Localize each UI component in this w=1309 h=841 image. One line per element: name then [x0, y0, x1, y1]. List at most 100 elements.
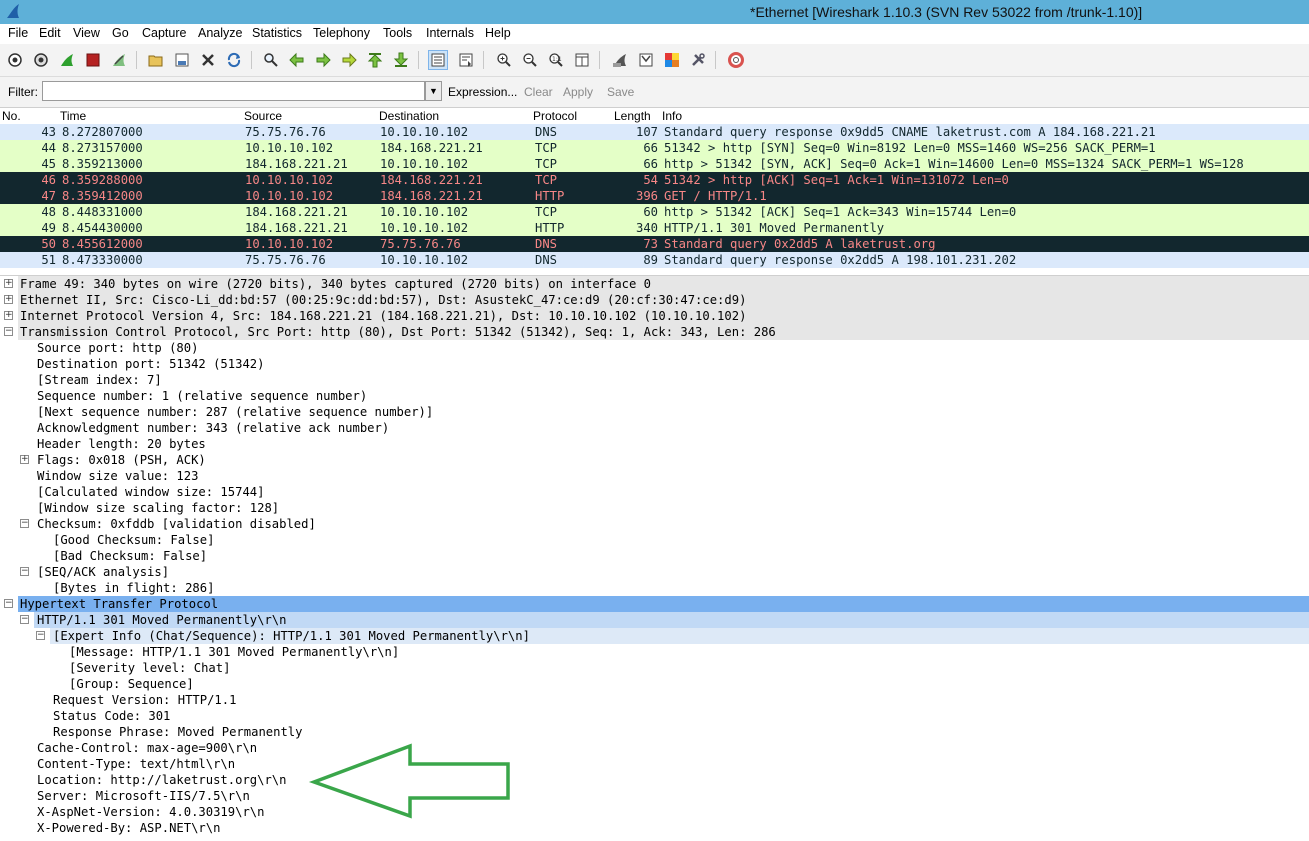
- menu-internals[interactable]: Internals: [426, 26, 474, 40]
- save-file-icon[interactable]: [172, 50, 192, 70]
- filter-dropdown-button[interactable]: ▼: [425, 81, 442, 101]
- menu-tools[interactable]: Tools: [383, 26, 412, 40]
- column-header-no[interactable]: No.: [2, 109, 21, 123]
- detail-tree-item[interactable]: − Hypertext Transfer Protocol: [0, 596, 1309, 612]
- detail-tree-item[interactable]: Window size value: 123: [0, 468, 1309, 484]
- menu-view[interactable]: View: [73, 26, 100, 40]
- filter-input[interactable]: [42, 81, 425, 101]
- packet-row[interactable]: 43 8.272807000 75.75.76.76 10.10.10.102 DNS 1…: [0, 124, 1309, 140]
- detail-tree-item[interactable]: − Checksum: 0xfddb [validation disabled]: [0, 516, 1309, 532]
- column-header-source[interactable]: Source: [244, 109, 282, 123]
- detail-tree-item[interactable]: Content-Type: text/html\r\n: [0, 756, 1309, 772]
- go-to-packet-icon[interactable]: [339, 50, 359, 70]
- capture-filters-icon[interactable]: [610, 50, 630, 70]
- collapse-icon[interactable]: −: [20, 615, 29, 624]
- detail-tree-item[interactable]: − HTTP/1.1 301 Moved Permanently\r\n: [0, 612, 1309, 628]
- menu-capture[interactable]: Capture: [142, 26, 186, 40]
- column-header-info[interactable]: Info: [662, 109, 682, 123]
- reload-icon[interactable]: [224, 50, 244, 70]
- column-header-protocol[interactable]: Protocol: [533, 109, 577, 123]
- detail-tree-item[interactable]: [Severity level: Chat]: [0, 660, 1309, 676]
- detail-tree-item[interactable]: − [SEQ/ACK analysis]: [0, 564, 1309, 580]
- packet-row[interactable]: 51 8.473330000 75.75.76.76 10.10.10.102 DNS 8…: [0, 252, 1309, 268]
- packet-row[interactable]: 44 8.273157000 10.10.10.102 184.168.221.21 T…: [0, 140, 1309, 156]
- zoom-out-icon[interactable]: [520, 50, 540, 70]
- packet-row[interactable]: 45 8.359213000 184.168.221.21 10.10.10.102 T…: [0, 156, 1309, 172]
- column-header-length[interactable]: Length: [614, 109, 651, 123]
- detail-tree-item[interactable]: Response Phrase: Moved Permanently: [0, 724, 1309, 740]
- menu-go[interactable]: Go: [112, 26, 129, 40]
- find-packet-icon[interactable]: [261, 50, 281, 70]
- normal-size-icon[interactable]: 1:1: [546, 50, 566, 70]
- save-button[interactable]: Save: [607, 85, 634, 99]
- go-back-icon[interactable]: [287, 50, 307, 70]
- zoom-in-icon[interactable]: [494, 50, 514, 70]
- restart-capture-icon[interactable]: [109, 50, 129, 70]
- apply-button[interactable]: Apply: [563, 85, 593, 99]
- options-icon[interactable]: [31, 50, 51, 70]
- detail-tree-item[interactable]: − Transmission Control Protocol, Src Port…: [0, 324, 1309, 340]
- preferences-icon[interactable]: [688, 50, 708, 70]
- close-file-icon[interactable]: [198, 50, 218, 70]
- go-forward-icon[interactable]: [313, 50, 333, 70]
- menu-edit[interactable]: Edit: [39, 26, 61, 40]
- packet-row[interactable]: 48 8.448331000 184.168.221.21 10.10.10.102 T…: [0, 204, 1309, 220]
- detail-tree-item[interactable]: X-AspNet-Version: 4.0.30319\r\n: [0, 804, 1309, 820]
- detail-tree-item[interactable]: [Group: Sequence]: [0, 676, 1309, 692]
- detail-tree-item[interactable]: Header length: 20 bytes: [0, 436, 1309, 452]
- detail-tree-item[interactable]: Acknowledgment number: 343 (relative ack…: [0, 420, 1309, 436]
- detail-tree-item[interactable]: + Frame 49: 340 bytes on wire (2720 bits)…: [0, 276, 1309, 292]
- interfaces-icon[interactable]: [5, 50, 25, 70]
- open-file-icon[interactable]: [146, 50, 166, 70]
- menu-telephony[interactable]: Telephony: [313, 26, 370, 40]
- detail-tree-item[interactable]: Source port: http (80): [0, 340, 1309, 356]
- collapse-icon[interactable]: −: [4, 599, 13, 608]
- expand-icon[interactable]: +: [4, 279, 13, 288]
- detail-tree-item[interactable]: [Stream index: 7]: [0, 372, 1309, 388]
- expression-button[interactable]: Expression...: [448, 85, 517, 99]
- detail-tree-item[interactable]: − [Expert Info (Chat/Sequence): HTTP/1.1 …: [0, 628, 1309, 644]
- detail-tree-item[interactable]: Request Version: HTTP/1.1: [0, 692, 1309, 708]
- go-first-icon[interactable]: [365, 50, 385, 70]
- detail-tree-item[interactable]: Destination port: 51342 (51342): [0, 356, 1309, 372]
- help-icon[interactable]: [726, 50, 746, 70]
- detail-tree-item[interactable]: [Good Checksum: False]: [0, 532, 1309, 548]
- detail-tree-item[interactable]: Server: Microsoft-IIS/7.5\r\n: [0, 788, 1309, 804]
- menu-file[interactable]: File: [8, 26, 28, 40]
- menu-help[interactable]: Help: [485, 26, 511, 40]
- packet-row[interactable]: 50 8.455612000 10.10.10.102 75.75.76.76 DNS 7…: [0, 236, 1309, 252]
- collapse-icon[interactable]: −: [20, 567, 29, 576]
- display-filters-icon[interactable]: [636, 50, 656, 70]
- detail-tree-item[interactable]: [Next sequence number: 287 (relative seq…: [0, 404, 1309, 420]
- go-last-icon[interactable]: [391, 50, 411, 70]
- packet-row[interactable]: 47 8.359412000 10.10.10.102 184.168.221.21 H…: [0, 188, 1309, 204]
- detail-tree-item[interactable]: Location: http://laketrust.org\r\n: [0, 772, 1309, 788]
- detail-tree-item[interactable]: Sequence number: 1 (relative sequence nu…: [0, 388, 1309, 404]
- collapse-icon[interactable]: −: [36, 631, 45, 640]
- expand-icon[interactable]: +: [4, 311, 13, 320]
- colorize-icon[interactable]: [428, 50, 448, 70]
- coloring-rules-icon[interactable]: [662, 50, 682, 70]
- detail-tree-item[interactable]: Cache-Control: max-age=900\r\n: [0, 740, 1309, 756]
- expand-icon[interactable]: +: [4, 295, 13, 304]
- expand-icon[interactable]: +: [20, 455, 29, 464]
- detail-tree-item[interactable]: [Message: HTTP/1.1 301 Moved Permanently…: [0, 644, 1309, 660]
- column-header-time[interactable]: Time: [60, 109, 86, 123]
- detail-tree-item[interactable]: X-Powered-By: ASP.NET\r\n: [0, 820, 1309, 836]
- detail-tree-item[interactable]: [Bad Checksum: False]: [0, 548, 1309, 564]
- detail-tree-item[interactable]: [Calculated window size: 15744]: [0, 484, 1309, 500]
- packet-row[interactable]: 46 8.359288000 10.10.10.102 184.168.221.21 T…: [0, 172, 1309, 188]
- detail-tree-item[interactable]: [Bytes in flight: 286]: [0, 580, 1309, 596]
- start-capture-icon[interactable]: [57, 50, 77, 70]
- menu-analyze[interactable]: Analyze: [198, 26, 242, 40]
- collapse-icon[interactable]: −: [20, 519, 29, 528]
- clear-button[interactable]: Clear: [524, 85, 553, 99]
- column-header-destination[interactable]: Destination: [379, 109, 439, 123]
- collapse-icon[interactable]: −: [4, 327, 13, 336]
- detail-tree-item[interactable]: + Ethernet II, Src: Cisco-Li_dd:bd:57 (00…: [0, 292, 1309, 308]
- resize-columns-icon[interactable]: [572, 50, 592, 70]
- stop-capture-icon[interactable]: [83, 50, 103, 70]
- packet-row[interactable]: 49 8.454430000 184.168.221.21 10.10.10.102 H…: [0, 220, 1309, 236]
- menu-statistics[interactable]: Statistics: [252, 26, 302, 40]
- detail-tree-item[interactable]: + Flags: 0x018 (PSH, ACK): [0, 452, 1309, 468]
